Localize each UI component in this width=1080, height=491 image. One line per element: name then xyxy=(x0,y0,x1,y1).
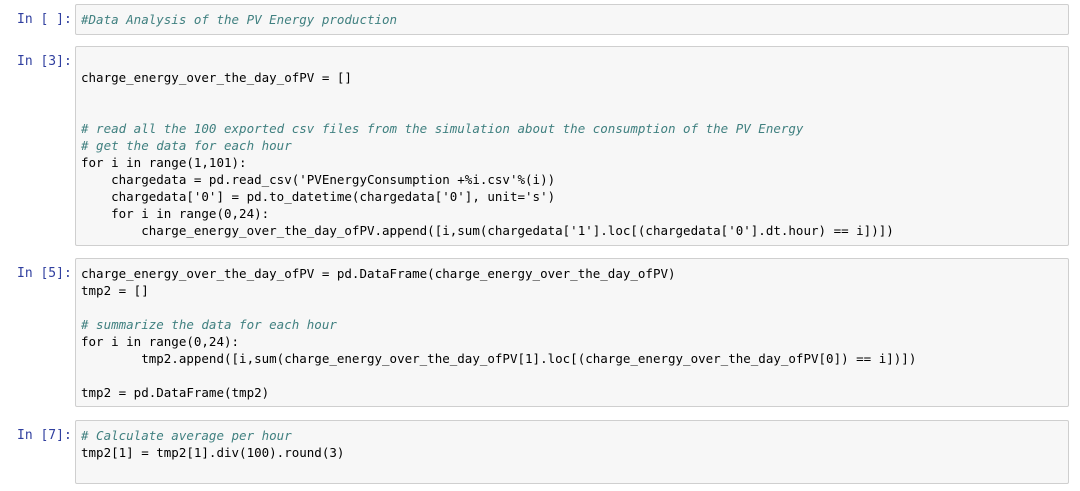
code-line: # read all the 100 exported csv files fr… xyxy=(81,121,804,136)
code-line: for i in range(0,24): xyxy=(81,206,270,221)
code-line: charge_energy_over_the_day_ofPV = [] xyxy=(81,70,352,85)
cell-prompt: In [3]: xyxy=(17,54,72,69)
code-line: for i in range(1,101): xyxy=(81,155,247,170)
code-line: charge_energy_over_the_day_ofPV = pd.Dat… xyxy=(81,266,676,281)
code-input-area[interactable]: # Calculate average per hour tmp2[1] = tm… xyxy=(75,420,1069,484)
code-input-area[interactable]: charge_energy_over_the_day_ofPV = pd.Dat… xyxy=(75,258,1069,407)
code-input-area[interactable]: charge_energy_over_the_day_ofPV = [] # re… xyxy=(75,46,1069,246)
code-line: tmp2 = [] xyxy=(81,283,149,298)
code-line: #Data Analysis of the PV Energy producti… xyxy=(81,12,398,27)
code-block: charge_energy_over_the_day_ofPV = [] # re… xyxy=(81,69,894,239)
code-input-area[interactable]: #Data Analysis of the PV Energy producti… xyxy=(75,4,1069,35)
code-line: charge_energy_over_the_day_ofPV.append([… xyxy=(81,223,894,238)
code-line: # Calculate average per hour xyxy=(81,428,292,443)
code-line: tmp2[1] = tmp2[1].div(100).round(3) xyxy=(81,445,345,460)
code-line: tmp2.append([i,sum(charge_energy_over_th… xyxy=(81,351,917,366)
code-line: # summarize the data for each hour xyxy=(81,317,337,332)
cell-prompt: In [ ]: xyxy=(17,12,72,27)
code-block: #Data Analysis of the PV Energy producti… xyxy=(81,11,397,28)
code-line: chargedata['0'] = pd.to_datetime(charged… xyxy=(81,189,556,204)
code-line: for i in range(0,24): xyxy=(81,334,240,349)
code-block: # Calculate average per hour tmp2[1] = tm… xyxy=(81,427,344,461)
code-line: tmp2 = pd.DataFrame(tmp2) xyxy=(81,385,270,400)
cell-prompt: In [5]: xyxy=(17,266,72,281)
code-line: # get the data for each hour xyxy=(81,138,292,153)
code-line: chargedata = pd.read_csv('PVEnergyConsum… xyxy=(81,172,556,187)
cell-prompt: In [7]: xyxy=(17,428,72,443)
code-block: charge_energy_over_the_day_ofPV = pd.Dat… xyxy=(81,265,916,401)
